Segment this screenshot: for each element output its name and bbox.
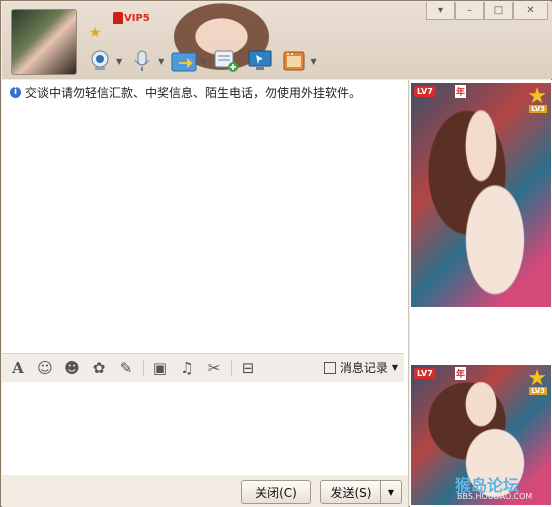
menu-button[interactable]: ▾ [426, 2, 455, 20]
shake-icon[interactable]: ✿ [88, 357, 110, 379]
screenshot-icon[interactable]: ✂ [203, 357, 225, 379]
minimize-button[interactable]: – [455, 2, 484, 20]
window-controls: ▾ – □ ✕ [426, 2, 548, 20]
format-toolbar: A ☺ ☻ ✿ ✎ ▣ ♫ ✂ ⊟ 消息记录 ▼ [2, 353, 404, 383]
vip-badge[interactable]: VIP5 [113, 10, 150, 26]
contact-show-photo: LV7 年 ★ LV3 [411, 83, 551, 307]
close-button[interactable]: 关闭(C) [241, 480, 311, 504]
maximize-button[interactable]: □ [484, 2, 513, 20]
year-badge: 年 [455, 85, 467, 98]
file-transfer-button[interactable]: ▼ [170, 44, 206, 78]
chevron-down-icon[interactable]: ▼ [200, 57, 206, 66]
music-icon[interactable]: ♫ [176, 357, 198, 379]
level-badge: LV7 [414, 368, 436, 379]
chat-area: i 交谈中请勿轻信汇款、中奖信息、陌生电话，勿使用外挂软件。 A ☺ ☻ ✿ ✎… [2, 80, 408, 507]
file-transfer-icon [170, 48, 198, 74]
watermark-url: BBS.HOUDAO.COM [457, 492, 533, 501]
font-icon[interactable]: A [7, 357, 29, 379]
level3-badge: LV3 [529, 387, 547, 395]
toolbox-icon[interactable]: ⊟ [237, 357, 259, 379]
emoji-icon[interactable]: ☺ [34, 357, 56, 379]
edit-icon[interactable]: ✎ [115, 357, 137, 379]
history-label: 消息记录 [339, 361, 388, 375]
chevron-down-icon: ▼ [387, 487, 395, 497]
add-chat-icon [212, 48, 240, 74]
chevron-down-icon[interactable]: ▼ [158, 57, 164, 66]
vip-label: VIP5 [124, 12, 150, 24]
webcam-icon [86, 48, 114, 74]
chevron-down-icon: ▼ [391, 363, 398, 372]
send-button[interactable]: 发送(S) [320, 480, 382, 504]
bottom-bar: 关闭(C) 发送(S) ▼ [2, 475, 408, 507]
history-icon [323, 361, 336, 374]
star-icon: ★ [89, 25, 102, 41]
security-notice: i 交谈中请勿轻信汇款、中奖信息、陌生电话，勿使用外挂软件。 [10, 84, 361, 101]
chat-window: ★ VIP5 ▾ – □ ✕ ▼ ▼ ▼ ▼ i 交谈中请勿轻信汇款、中奖信息、… [0, 0, 552, 507]
year-badge: 年 [455, 367, 467, 380]
send-options-button[interactable]: ▼ [380, 480, 402, 504]
close-window-button[interactable]: ✕ [513, 2, 548, 20]
notice-text: 交谈中请勿轻信汇款、中奖信息、陌生电话，勿使用外挂软件。 [25, 86, 362, 100]
microphone-icon [128, 48, 156, 74]
contact-avatar[interactable] [11, 9, 77, 75]
info-icon: i [10, 87, 21, 98]
add-chat-button[interactable] [212, 44, 240, 78]
message-input[interactable] [2, 382, 404, 475]
image-icon[interactable]: ▣ [149, 357, 171, 379]
webcam-button[interactable]: ▼ [86, 44, 122, 78]
title-bar: ★ VIP5 ▾ – □ ✕ ▼ ▼ ▼ ▼ [2, 2, 552, 79]
my-show-photo: LV7 年 ★ LV3 猴岛论坛 BBS.HOUDAO.COM [411, 365, 551, 505]
level-badge: LV7 [414, 86, 436, 97]
crown-icon [113, 12, 123, 24]
chevron-down-icon[interactable]: ▼ [310, 57, 316, 66]
side-panel: LV7 年 ★ LV3 LV7 年 ★ LV3 猴岛论坛 BBS.HOUDAO.… [410, 80, 552, 507]
microphone-button[interactable]: ▼ [128, 44, 164, 78]
apps-icon [280, 48, 308, 74]
apps-button[interactable]: ▼ [280, 44, 317, 78]
remote-desktop-button[interactable] [246, 44, 274, 78]
message-history-button[interactable]: 消息记录 ▼ [323, 359, 398, 376]
remote-desktop-icon [246, 48, 274, 74]
toolbar: ▼ ▼ ▼ ▼ [86, 44, 323, 78]
level3-badge: LV3 [529, 105, 547, 113]
magic-face-icon[interactable]: ☻ [61, 357, 83, 379]
chevron-down-icon[interactable]: ▼ [116, 57, 122, 66]
